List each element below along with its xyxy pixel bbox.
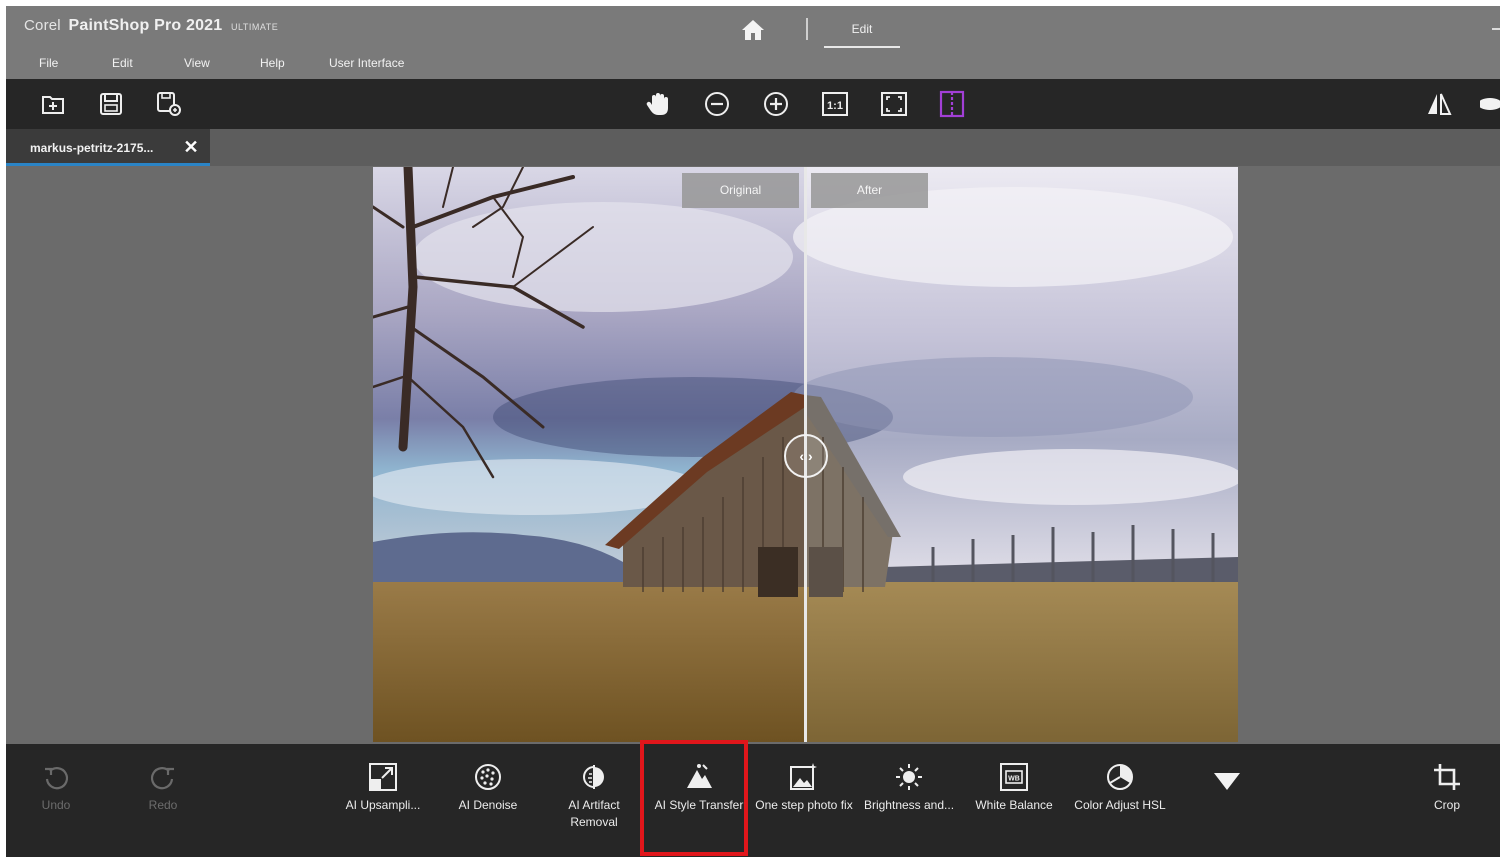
more-icon[interactable] xyxy=(1480,89,1500,119)
crop-label: Crop xyxy=(1433,798,1460,812)
toolbar: 1:1 xyxy=(6,79,1500,129)
ai-upsampling-button[interactable]: AI Upsampli... xyxy=(333,762,433,854)
document-tabs: markus-petritz-2175... ✕ xyxy=(6,129,1500,166)
hsl-icon xyxy=(1107,764,1133,790)
after-label: After xyxy=(811,173,928,208)
artifact-icon xyxy=(583,765,604,789)
denoise-icon xyxy=(475,764,501,790)
menu-view[interactable]: View xyxy=(184,56,210,70)
tab-active-underline xyxy=(824,46,900,48)
document-tab-name: markus-petritz-2175... xyxy=(30,141,154,155)
adjust-tools-bar: Undo Redo AI Upsampli... AI Denoise AI A… xyxy=(6,740,1500,857)
brightness-button[interactable]: Brightness and... xyxy=(859,762,959,854)
app-window: Corel PaintShop Pro 2021 ULTIMATE File E… xyxy=(6,6,1500,857)
ai-denoise-label: AI Denoise xyxy=(458,798,518,812)
app-edition: ULTIMATE xyxy=(231,22,279,32)
actual-size-label: 1:1 xyxy=(827,100,843,112)
style-transfer-icon xyxy=(687,764,712,788)
document-tab[interactable]: markus-petritz-2175... ✕ xyxy=(6,129,210,166)
mode-separator xyxy=(806,18,808,40)
ai-artifact-removal-label: AI Artifact Removal xyxy=(568,798,620,829)
white-balance-button[interactable]: WB White Balance xyxy=(964,762,1064,854)
pan-icon[interactable] xyxy=(643,89,673,119)
undo-icon xyxy=(45,767,69,790)
redo-icon xyxy=(150,767,174,790)
menu-help[interactable]: Help xyxy=(260,56,285,70)
save-icon[interactable] xyxy=(96,89,126,119)
app-brand: Corel xyxy=(24,17,61,34)
tab-edit[interactable]: Edit xyxy=(824,18,900,52)
white-balance-label: White Balance xyxy=(975,798,1053,812)
app-name: PaintShop Pro 2021 xyxy=(68,17,223,34)
tab-edit-label: Edit xyxy=(851,22,873,36)
redo-label: Redo xyxy=(148,798,178,812)
brightness-icon xyxy=(896,764,922,790)
compare-view-icon[interactable] xyxy=(937,89,967,119)
undo-label: Undo xyxy=(41,798,71,812)
color-adjust-hsl-button[interactable]: Color Adjust HSL xyxy=(1070,762,1170,854)
upsample-icon xyxy=(369,763,397,791)
redo-button[interactable]: Redo xyxy=(113,762,213,854)
new-icon[interactable] xyxy=(38,89,68,119)
chevron-down-icon[interactable] xyxy=(1212,770,1242,794)
minimize-icon[interactable] xyxy=(1492,28,1500,30)
save-as-icon[interactable] xyxy=(154,89,184,119)
one-step-photo-fix-label: One step photo fix xyxy=(755,798,853,812)
close-icon[interactable]: ✕ xyxy=(182,137,200,157)
menu-edit[interactable]: Edit xyxy=(112,56,133,70)
menu-user-interface[interactable]: User Interface xyxy=(329,56,404,70)
ai-artifact-removal-button[interactable]: AI Artifact Removal xyxy=(544,762,644,854)
ai-style-transfer-label: AI Style Transfer xyxy=(654,798,744,812)
compare-handle-icon[interactable]: ‹ › xyxy=(784,434,828,478)
fit-icon[interactable] xyxy=(879,89,909,119)
ai-upsampling-label: AI Upsampli... xyxy=(345,798,421,812)
one-step-photo-fix-button[interactable]: One step photo fix xyxy=(754,762,854,854)
original-label: Original xyxy=(682,173,799,208)
white-balance-icon: WB xyxy=(1000,763,1028,791)
ai-denoise-button[interactable]: AI Denoise xyxy=(438,762,538,854)
canvas-area: Original After ‹ › xyxy=(6,166,1500,744)
brightness-label: Brightness and... xyxy=(863,798,955,812)
crop-button[interactable]: Crop xyxy=(1397,762,1497,854)
ai-style-transfer-button[interactable]: AI Style Transfer xyxy=(649,762,749,854)
title-bar: Corel PaintShop Pro 2021 ULTIMATE File E… xyxy=(6,6,1500,79)
menu-file[interactable]: File xyxy=(39,56,58,70)
undo-button[interactable]: Undo xyxy=(6,762,106,854)
home-icon[interactable] xyxy=(740,18,766,42)
mirror-icon[interactable] xyxy=(1424,89,1454,119)
app-title: Corel PaintShop Pro 2021 ULTIMATE xyxy=(24,17,278,35)
crop-icon xyxy=(1434,764,1460,790)
zoom-in-icon[interactable] xyxy=(761,89,791,119)
photo-fix-icon xyxy=(790,763,817,790)
zoom-out-icon[interactable] xyxy=(702,89,732,119)
photo-canvas[interactable]: Original After ‹ › xyxy=(373,167,1238,742)
svg-text:WB: WB xyxy=(1008,776,1020,783)
actual-size-icon[interactable]: 1:1 xyxy=(820,89,850,119)
color-adjust-hsl-label: Color Adjust HSL xyxy=(1074,798,1166,812)
